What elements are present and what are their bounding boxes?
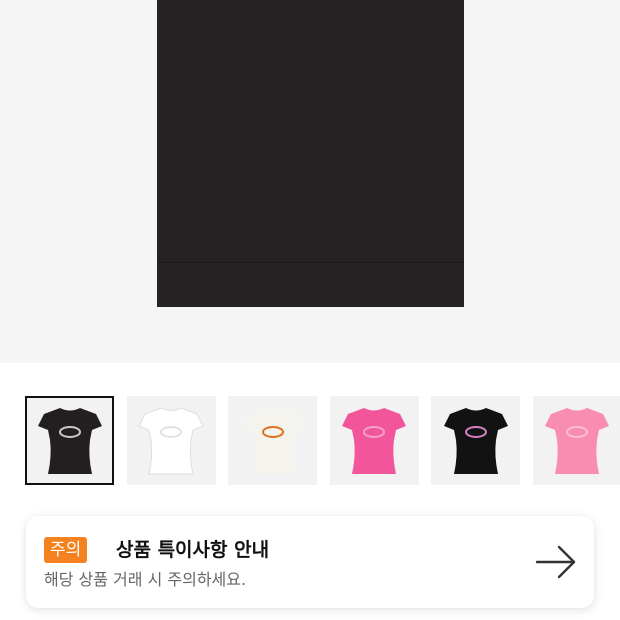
- tshirt-shape: [342, 407, 406, 474]
- product-image-main[interactable]: [0, 0, 620, 363]
- tshirt-thumbnail-image: [138, 406, 204, 474]
- thumbnail-light-pink[interactable]: [532, 396, 620, 485]
- tshirt-shape: [138, 406, 204, 474]
- thumbnail-white[interactable]: [126, 396, 216, 485]
- thumbnail-pink[interactable]: [329, 396, 419, 485]
- caution-badge: 주의: [44, 537, 88, 563]
- tshirt-hem: [157, 262, 464, 263]
- tshirt-shape: [240, 407, 305, 474]
- notice-description: 해당 상품 거래 시 주의하세요.: [44, 570, 247, 589]
- tshirt-shape: [443, 407, 508, 474]
- tshirt-shape: [37, 407, 102, 474]
- thumbnail-white-orange-logo[interactable]: [228, 396, 317, 485]
- tshirt-thumbnail-image: [342, 407, 406, 474]
- tshirt-thumbnail-image: [37, 407, 102, 474]
- product-notice-card[interactable]: 주의 상품 특이사항 안내 해당 상품 거래 시 주의하세요.: [26, 516, 594, 608]
- tshirt-thumbnail-image: [240, 407, 305, 474]
- thumbnail-black-pink-logo[interactable]: [431, 396, 520, 485]
- thumbnail-black-silver-logo[interactable]: [25, 396, 114, 485]
- tshirt-thumbnail-image: [545, 407, 609, 474]
- notice-title: 상품 특이사항 안내: [116, 539, 270, 561]
- tshirt-thumbnail-image: [443, 407, 508, 474]
- product-image-tshirt: [157, 0, 464, 307]
- thumbnail-strip[interactable]: [25, 396, 620, 485]
- arrow-right-icon[interactable]: [534, 542, 578, 582]
- tshirt-shape: [545, 407, 609, 474]
